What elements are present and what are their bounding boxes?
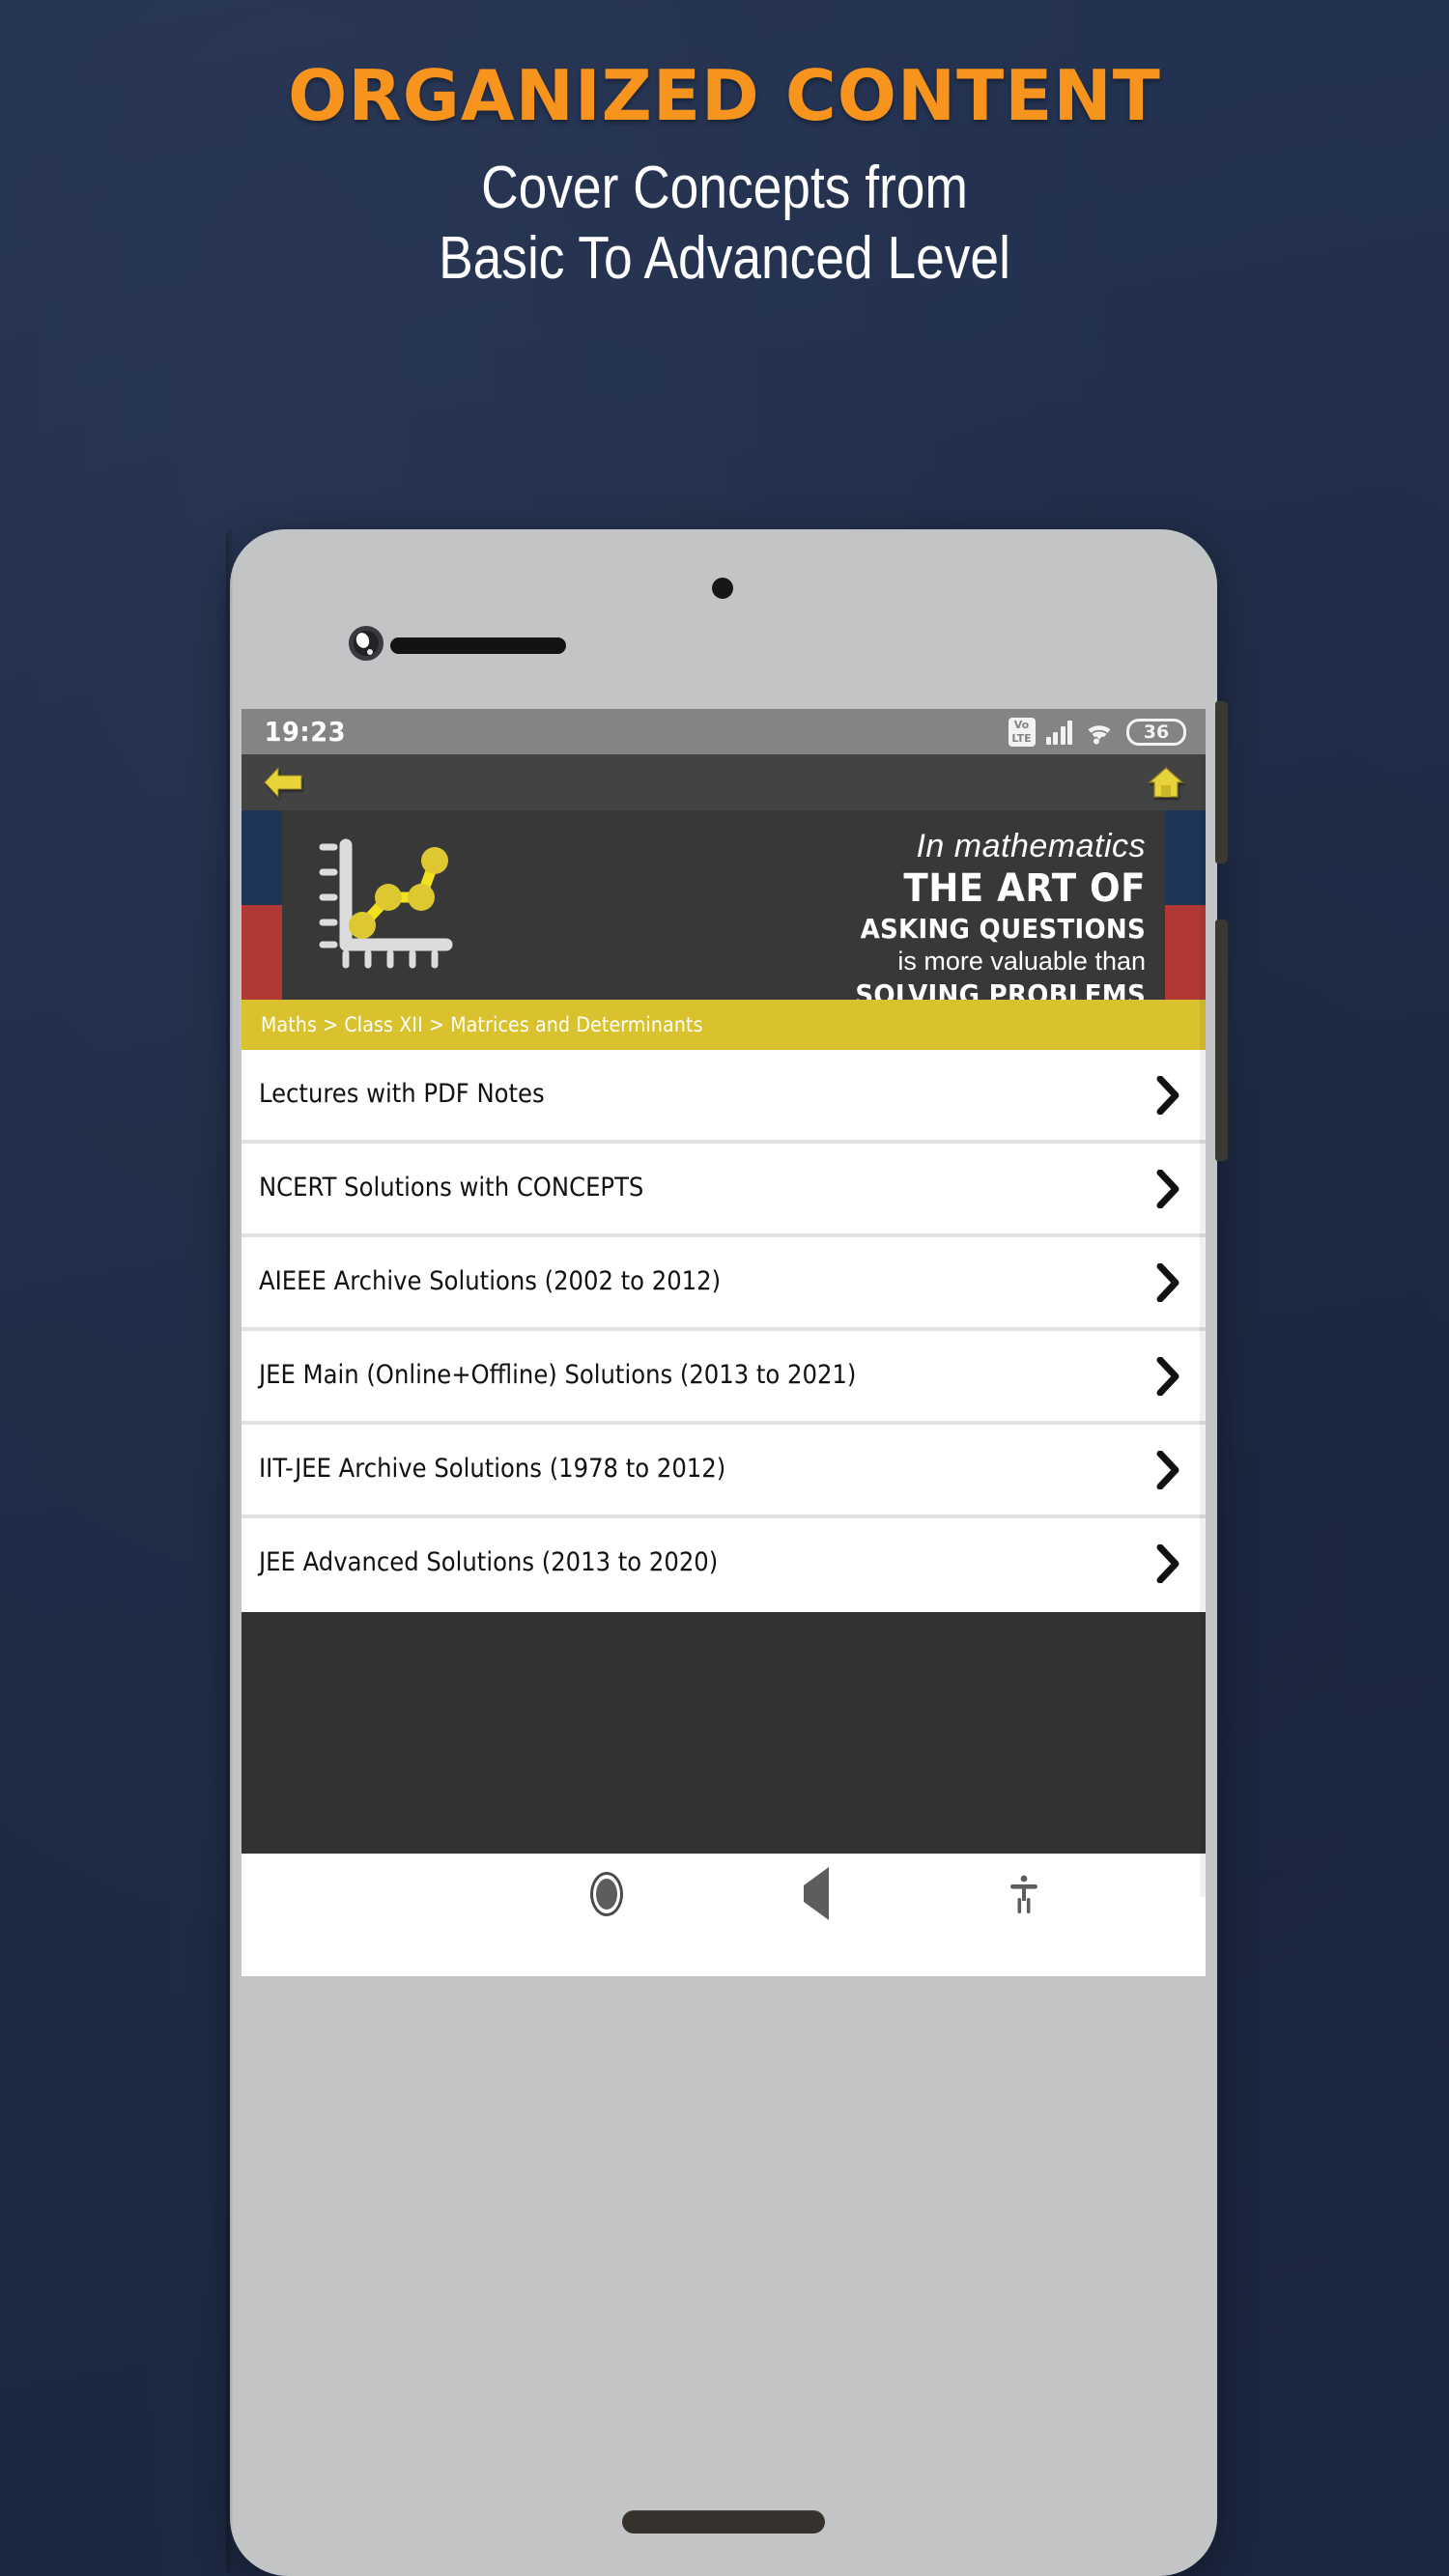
chevron-right-icon[interactable]: [1148, 1169, 1188, 1208]
list-item[interactable]: JEE Main (Online+Offline) Solutions (201…: [242, 1331, 1206, 1421]
power-button[interactable]: [1215, 701, 1228, 863]
quote-line-4: is more valuable than: [897, 947, 1146, 976]
content-list: Lectures with PDF Notes NCERT Solutions w…: [242, 1050, 1206, 1608]
status-bar-icons: Vo LTE 36: [1008, 717, 1186, 747]
app-bar: [242, 754, 1206, 810]
quote-line-5: SOLVING PROBLEMS: [855, 978, 1146, 1000]
promo-text-block: ORGANIZED CONTENT Cover Concepts from Ba…: [0, 55, 1449, 293]
home-icon[interactable]: [1148, 766, 1184, 799]
list-item[interactable]: IIT-JEE Archive Solutions (1978 to 2012): [242, 1425, 1206, 1514]
ad-placeholder: [242, 1612, 1206, 1854]
chevron-right-icon[interactable]: [1148, 1075, 1188, 1115]
proximity-sensor-icon: [712, 578, 733, 599]
promo-subline-2: Basic To Advanced Level: [439, 225, 1010, 293]
back-triangle-icon[interactable]: [803, 1866, 829, 1920]
status-bar-clock: 19:23: [264, 716, 346, 748]
status-bar: 19:23 Vo LTE 36: [242, 709, 1206, 754]
list-item-label: IIT-JEE Archive Solutions (1978 to 2012): [259, 1454, 726, 1485]
volte-icon-bottom: LTE: [1011, 731, 1032, 745]
breadcrumb: Maths > Class XII > Matrices and Determi…: [242, 1000, 1206, 1050]
chevron-right-icon[interactable]: [1148, 1543, 1188, 1583]
earpiece-speaker: [390, 637, 566, 654]
promo-headline: ORGANIZED CONTENT: [288, 55, 1161, 136]
battery-icon: 36: [1126, 718, 1186, 746]
chevron-right-icon[interactable]: [1148, 1356, 1188, 1396]
list-item[interactable]: AIEEE Archive Solutions (2002 to 2012): [242, 1237, 1206, 1327]
accessibility-icon[interactable]: [1009, 1874, 1038, 1914]
quote-banner: In mathematics THE ART OF ASKING QUESTIO…: [242, 810, 1206, 1000]
back-arrow-icon[interactable]: [263, 766, 303, 799]
list-item[interactable]: JEE Advanced Solutions (2013 to 2020): [242, 1518, 1206, 1608]
cellular-signal-icon: [1045, 720, 1072, 745]
wifi-icon: [1083, 720, 1116, 745]
promo-subline-1: Cover Concepts from: [481, 154, 968, 221]
chevron-right-icon[interactable]: [1148, 1450, 1188, 1489]
android-nav-bar: [242, 1854, 1206, 1933]
list-item-label: AIEEE Archive Solutions (2002 to 2012): [259, 1266, 722, 1297]
home-circle-icon[interactable]: [589, 1871, 623, 1916]
list-item-label: NCERT Solutions with CONCEPTS: [259, 1173, 644, 1203]
phone-mockup: 19:23 Vo LTE 36 In mathematics THE ART O…: [226, 529, 1228, 2576]
volume-button[interactable]: [1215, 920, 1228, 1161]
quote-line-2: THE ART OF: [903, 866, 1146, 911]
list-item[interactable]: Lectures with PDF Notes: [242, 1050, 1206, 1140]
list-item-label: JEE Advanced Solutions (2013 to 2020): [259, 1547, 719, 1578]
phone-home-indicator: [622, 2510, 825, 2534]
list-item-label: JEE Main (Online+Offline) Solutions (201…: [259, 1360, 857, 1391]
list-item[interactable]: NCERT Solutions with CONCEPTS: [242, 1144, 1206, 1233]
quote-text: In mathematics THE ART OF ASKING QUESTIO…: [643, 828, 1146, 1000]
phone-screen: 19:23 Vo LTE 36 In mathematics THE ART O…: [242, 709, 1206, 1976]
front-camera-icon: [349, 626, 384, 661]
volte-icon-top: Vo: [1013, 718, 1030, 731]
line-chart-icon: [311, 835, 456, 975]
banner-left-accent: [242, 810, 282, 1000]
scrollbar[interactable]: [1200, 754, 1206, 1897]
chevron-right-icon[interactable]: [1148, 1262, 1188, 1302]
volte-icon: Vo LTE: [1008, 717, 1036, 747]
breadcrumb-text: Maths > Class XII > Matrices and Determi…: [261, 1013, 703, 1036]
quote-line-1: In mathematics: [916, 828, 1146, 864]
list-item-label: Lectures with PDF Notes: [259, 1079, 545, 1110]
phone-edge-shadow: [226, 529, 234, 2576]
quote-line-3: ASKING QUESTIONS: [860, 913, 1146, 945]
